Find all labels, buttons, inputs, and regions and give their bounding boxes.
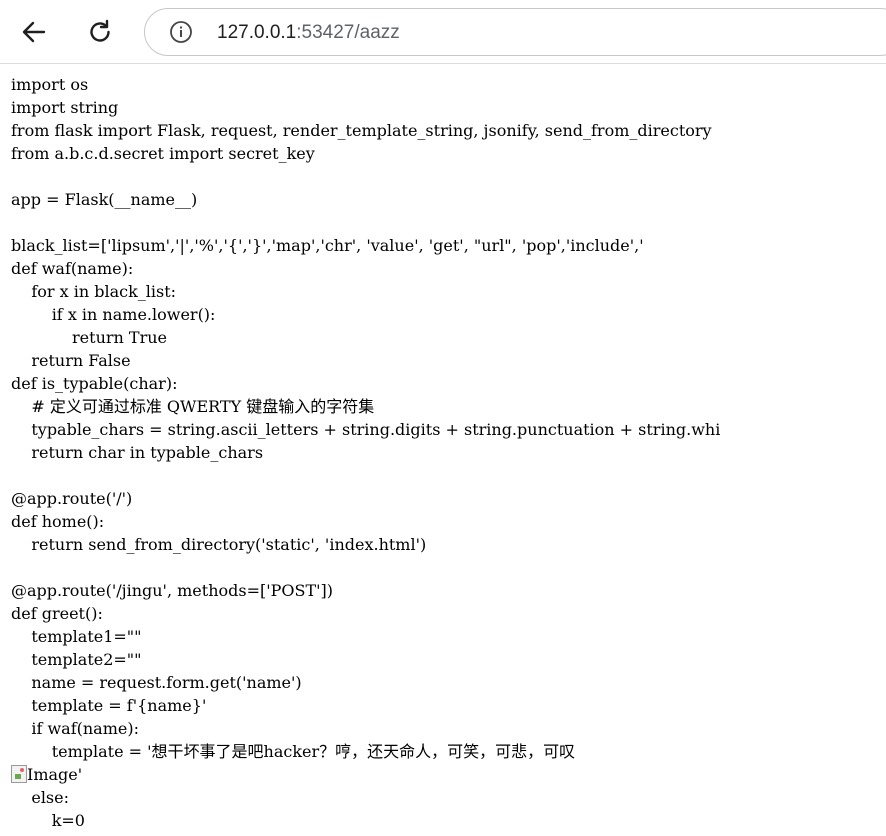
code-line: black_list=['lipsum','|','%','{','}','ma…: [11, 236, 644, 255]
code-line: template1="": [11, 627, 142, 646]
code-line: typable_chars = string.ascii_letters + s…: [11, 420, 721, 439]
code-line: else:: [11, 788, 69, 807]
code-block: else: k=0: [11, 788, 85, 830]
info-icon: [170, 21, 192, 43]
arrow-left-icon: [22, 21, 46, 43]
code-line: def waf(name):: [11, 259, 134, 278]
code-text: ': [77, 765, 83, 784]
code-line: from a.b.c.d.secret import secret_key: [11, 144, 315, 163]
code-line: @app.route('/jingu', methods=['POST']): [11, 581, 334, 600]
address-bar[interactable]: 127.0.0.1:53427/aazz: [144, 8, 886, 56]
code-block: import os import string from flask impor…: [11, 75, 720, 761]
code-line: # 定义可通过标准 QWERTY 键盘输入的字符集: [11, 397, 375, 416]
broken-image-alt: Image: [27, 765, 78, 784]
code-line: template2="": [11, 650, 142, 669]
site-info-button[interactable]: [169, 20, 193, 44]
code-line: if waf(name):: [11, 719, 139, 738]
browser-toolbar: 127.0.0.1:53427/aazz: [0, 0, 886, 64]
code-line: from flask import Flask, request, render…: [11, 121, 712, 140]
reload-button[interactable]: [80, 12, 120, 52]
code-line: app = Flask(__name__): [11, 190, 198, 209]
url-path: :53427/aazz: [296, 22, 400, 43]
code-line: return send_from_directory('static', 'in…: [11, 535, 427, 554]
code-line: import os: [11, 75, 89, 94]
code-line: name = request.form.get('name'): [11, 673, 302, 692]
back-button[interactable]: [14, 12, 54, 52]
code-line: template = '想干坏事了是吧hacker？哼，还天命人，可笑，可悲，可…: [11, 742, 576, 761]
code-line: def is_typable(char):: [11, 374, 178, 393]
code-line: k=0: [11, 811, 85, 830]
url-host: 127.0.0.1: [217, 22, 297, 43]
code-line: def greet():: [11, 604, 103, 623]
source-code: import os import string from flask impor…: [11, 73, 720, 832]
code-line: @app.route('/'): [11, 489, 133, 508]
reload-icon: [90, 19, 110, 42]
code-line: return True: [11, 328, 168, 347]
code-line: if x in name.lower():: [11, 305, 216, 324]
broken-image: Image: [11, 763, 78, 786]
code-line: return char in typable_chars: [11, 443, 264, 462]
code-line: def home():: [11, 512, 105, 531]
code-line: import string: [11, 98, 119, 117]
url-text[interactable]: 127.0.0.1:53427/aazz: [217, 21, 400, 45]
page-content: import os import string from flask impor…: [0, 64, 886, 836]
broken-image-icon: [11, 765, 27, 783]
code-line: for x in black_list:: [11, 282, 177, 301]
code-line: template = f'{name}': [11, 696, 207, 715]
code-line: return False: [11, 351, 131, 370]
